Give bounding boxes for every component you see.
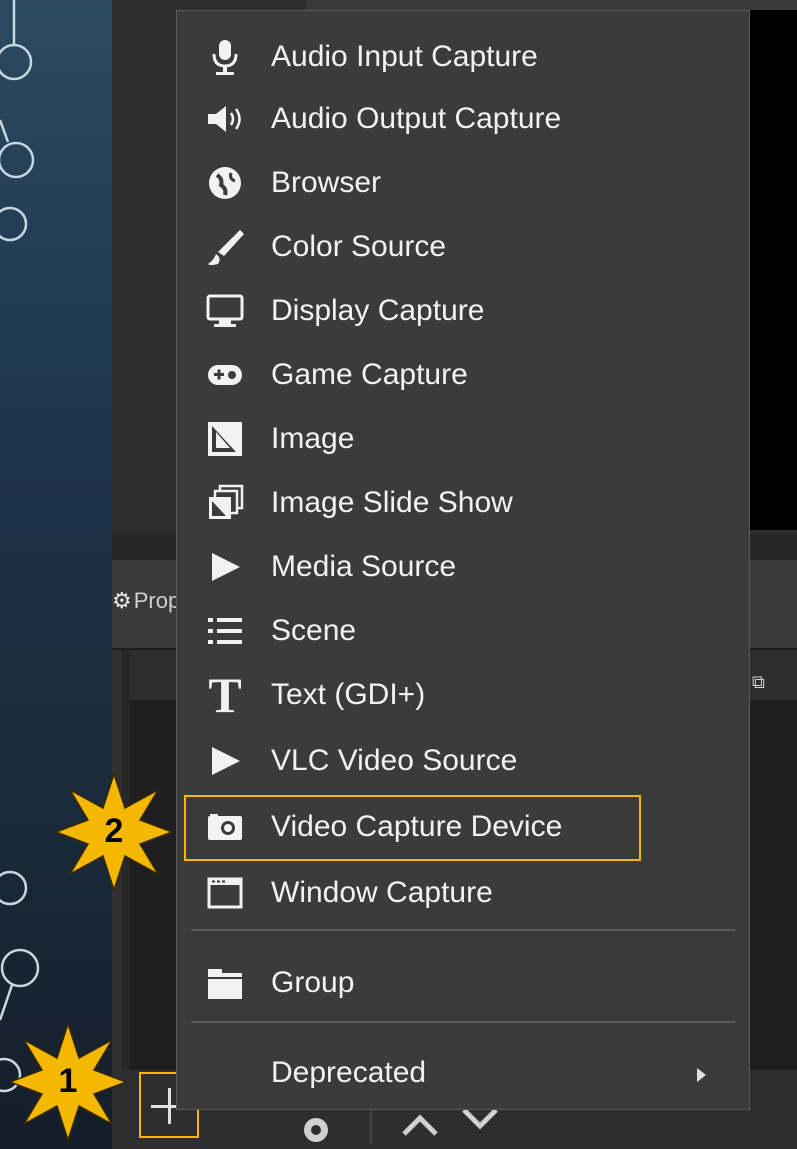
submenu-arrow-icon [697, 1068, 706, 1082]
menu-item-label: Audio Input Capture [271, 40, 538, 73]
properties-tab[interactable]: ⚙Prop [112, 588, 180, 614]
text-icon: T [208, 667, 242, 723]
menu-item-label: Image Slide Show [271, 486, 513, 519]
properties-tab-label: Prop [133, 588, 181, 613]
folder-icon [205, 963, 245, 1003]
menu-item-scene[interactable]: Scene [177, 599, 749, 663]
list-icon [205, 611, 245, 651]
slideshow-icon [205, 483, 245, 523]
play-icon [205, 547, 245, 587]
menu-item-label: Color Source [271, 230, 447, 263]
paintbrush-icon [205, 227, 245, 267]
menu-item-label: VLC Video Source [271, 744, 518, 777]
window-icon [205, 873, 245, 913]
menu-item-label: Window Capture [271, 876, 493, 909]
slide-background [0, 0, 112, 1149]
menu-item-display-capture[interactable]: Display Capture [177, 279, 749, 343]
image-icon [205, 419, 245, 459]
menu-item-color-source[interactable]: Color Source [177, 215, 749, 279]
menu-item-label: Game Capture [271, 358, 468, 391]
menu-divider [191, 1021, 735, 1023]
toolbar-divider [370, 1104, 372, 1144]
gear-icon [304, 1118, 328, 1142]
menu-item-label: Scene [271, 614, 357, 647]
decorative-circuit-lines [0, 0, 40, 1093]
menu-item-label: Text (GDI+) [271, 678, 426, 711]
speaker-icon [205, 99, 245, 139]
step-1-number: 1 [58, 1062, 78, 1100]
step-2-number: 2 [104, 812, 124, 850]
menu-item-media-source[interactable]: Media Source [177, 535, 749, 599]
chevron-up-icon [402, 1114, 438, 1136]
globe-icon [205, 163, 245, 203]
undock-icon[interactable]: ⧉ [752, 672, 765, 693]
gear-icon: ⚙ [112, 588, 132, 613]
chevron-down-icon [462, 1108, 498, 1130]
menu-item-label: Media Source [271, 550, 457, 583]
menu-item-label: Group [271, 966, 355, 999]
source-properties-button[interactable] [298, 1108, 334, 1144]
menu-item-label: Browser [271, 166, 382, 199]
menu-item-vlc-video-source[interactable]: VLC Video Source [177, 729, 749, 793]
menu-item-deprecated[interactable]: Deprecated [177, 1041, 749, 1105]
play-icon [205, 741, 245, 781]
menu-item-window-capture[interactable]: Window Capture [177, 861, 749, 925]
menu-item-image-slide-show[interactable]: Image Slide Show [177, 471, 749, 535]
monitor-icon [205, 291, 245, 331]
highlight-video-capture-device [184, 795, 641, 861]
menu-item-label: Image [271, 422, 355, 455]
menu-item-image[interactable]: Image [177, 407, 749, 471]
menu-item-audio-input-capture[interactable]: Audio Input Capture [177, 25, 749, 89]
menu-item-browser[interactable]: Browser [177, 151, 749, 215]
gamepad-icon [205, 355, 245, 395]
step-1-callout: 1 [6, 1020, 130, 1144]
step-2-callout: 2 [52, 770, 176, 894]
plus-icon-v [168, 1088, 171, 1124]
menu-divider [191, 929, 735, 931]
menu-item-group[interactable]: Group [177, 951, 749, 1015]
move-up-button[interactable] [400, 1108, 440, 1138]
menu-item-label: Display Capture [271, 294, 485, 327]
menu-item-audio-output-capture[interactable]: Audio Output Capture [177, 87, 749, 151]
menu-item-label: Audio Output Capture [271, 102, 562, 135]
blank-icon-slot [205, 1053, 245, 1093]
menu-item-text-gdi[interactable]: T Text (GDI+) [177, 663, 749, 727]
menu-item-game-capture[interactable]: Game Capture [177, 343, 749, 407]
menu-item-label: Deprecated [271, 1056, 427, 1089]
obs-top-strip [306, 0, 797, 10]
microphone-icon [205, 37, 245, 77]
add-source-context-menu: Audio Input Capture Audio Output Capture… [176, 10, 750, 1110]
